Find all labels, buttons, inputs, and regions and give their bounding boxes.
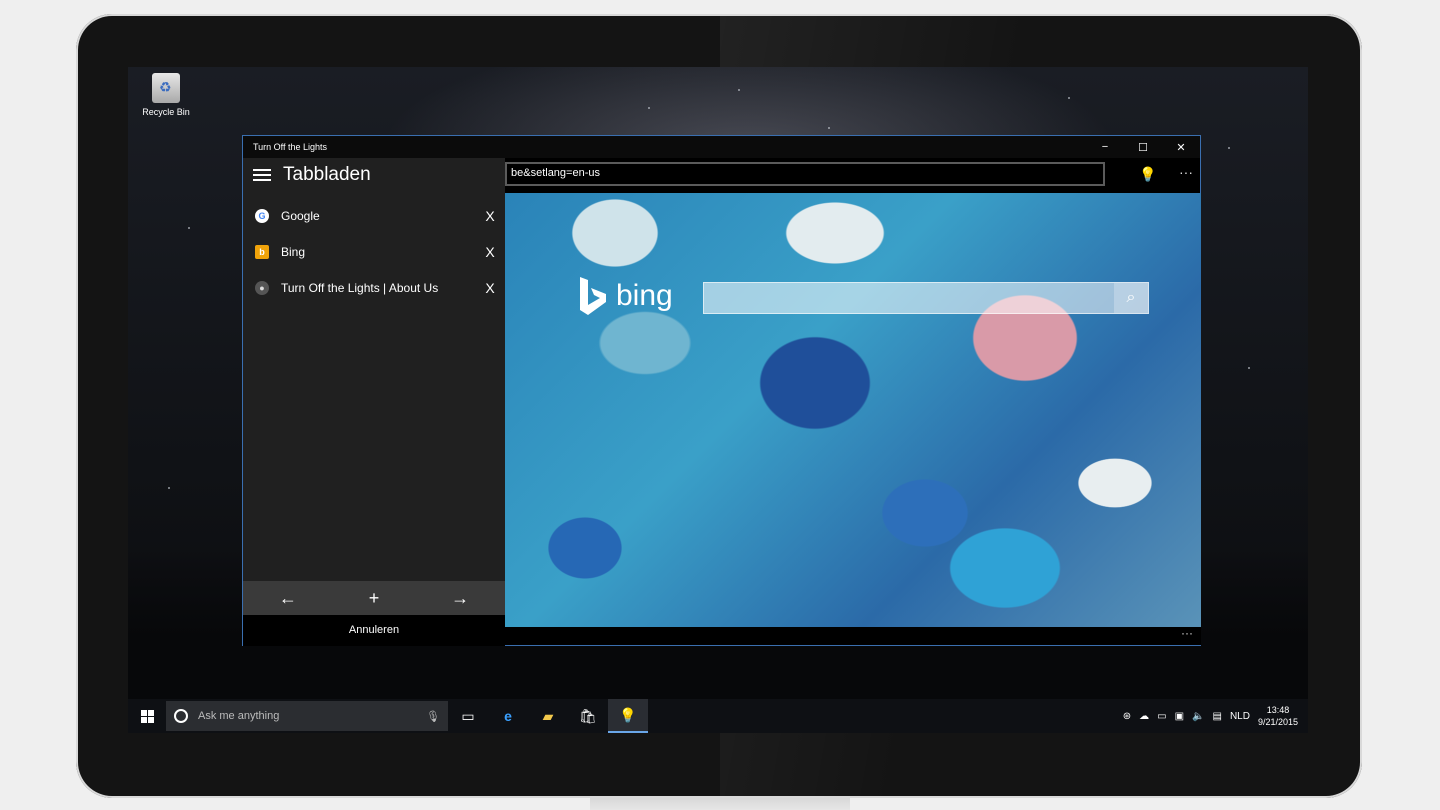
network-icon[interactable]: ⊛: [1123, 711, 1131, 722]
bing-logo[interactable]: bing: [578, 277, 673, 315]
close-button[interactable]: ✕: [1162, 141, 1200, 154]
file-explorer-icon[interactable]: ▰: [528, 699, 568, 733]
window-title: Turn Off the Lights: [253, 142, 328, 152]
cortana-icon: [174, 709, 188, 723]
back-arrow-icon[interactable]: ←: [279, 588, 297, 609]
bing-b-icon: [580, 277, 606, 315]
app-window: Turn Off the Lights − ☐ ✕ be&setlang=en-…: [242, 135, 1201, 646]
recycle-bin-icon: [152, 73, 180, 103]
taskbar: Ask me anything 🎙 ▭ e ▰ 🛍 💡 ⊛ ☁ ▭ ▣ 🔈 ▤ …: [128, 699, 1308, 733]
tabs-panel-header: Tabbladen: [243, 158, 505, 192]
desktop-screen: Recycle Bin Turn Off the Lights − ☐ ✕ be…: [128, 67, 1308, 733]
cancel-button[interactable]: Annuleren: [243, 615, 505, 646]
minimize-button[interactable]: −: [1086, 141, 1124, 153]
browser-toolbar: be&setlang=en-us 💡 ···: [505, 162, 1202, 188]
action-center-icon[interactable]: ▤: [1212, 711, 1221, 722]
hamburger-menu-icon[interactable]: [253, 169, 271, 181]
start-button[interactable]: [128, 699, 166, 733]
system-tray: ⊛ ☁ ▭ ▣ 🔈 ▤ NLD 13:48 9/21/2015: [1123, 704, 1308, 728]
display-icon[interactable]: ▣: [1175, 711, 1184, 722]
close-tab-button[interactable]: X: [475, 280, 505, 296]
close-tab-button[interactable]: X: [475, 208, 505, 224]
more-options-button[interactable]: ···: [1179, 164, 1193, 180]
tab-label: Bing: [281, 245, 306, 259]
address-bar[interactable]: be&setlang=en-us: [505, 162, 1105, 186]
tabs-panel-title: Tabbladen: [283, 164, 371, 185]
new-tab-plus-icon[interactable]: +: [369, 588, 380, 609]
lightbulb-icon[interactable]: 💡: [1139, 166, 1156, 183]
clock-date: 9/21/2015: [1257, 717, 1298, 727]
maximize-button[interactable]: ☐: [1124, 141, 1162, 154]
clock-time: 13:48: [1266, 705, 1290, 715]
turn-off-the-lights-taskbar-icon[interactable]: 💡: [608, 699, 648, 733]
task-view-icon[interactable]: ▭: [448, 699, 488, 733]
windows-logo-icon: [140, 709, 154, 723]
tab-label: Google: [281, 209, 320, 223]
forward-arrow-icon[interactable]: →: [451, 588, 469, 609]
google-icon: G: [255, 209, 269, 223]
bing-search-input[interactable]: ⌕: [703, 282, 1149, 314]
recycle-bin-label: Recycle Bin: [142, 107, 190, 117]
tab-item-turn-off-the-lights[interactable]: ● Turn Off the Lights | About Us X: [243, 270, 505, 306]
bing-icon: b: [255, 245, 269, 259]
search-icon[interactable]: ⌕: [1114, 283, 1148, 313]
tab-item-bing[interactable]: b Bing X: [243, 234, 505, 270]
microphone-icon[interactable]: 🎙: [426, 710, 440, 723]
lightbulb-icon: ●: [255, 281, 269, 295]
tabs-panel-nav: ← + →: [243, 581, 505, 615]
web-content: bing ⌕: [505, 193, 1201, 628]
clock[interactable]: 13:48 9/21/2015: [1258, 704, 1298, 728]
battery-icon[interactable]: ▭: [1157, 711, 1166, 722]
tab-item-google[interactable]: G Google X: [243, 198, 505, 234]
store-icon[interactable]: 🛍: [568, 699, 608, 733]
bing-wordmark: bing: [616, 279, 673, 312]
search-placeholder: Ask me anything: [198, 710, 280, 722]
taskbar-search[interactable]: Ask me anything 🎙: [166, 701, 448, 731]
recycle-bin[interactable]: Recycle Bin: [136, 73, 196, 117]
bottom-more-button[interactable]: ···: [1181, 626, 1193, 640]
volume-icon[interactable]: 🔈: [1192, 711, 1204, 722]
close-tab-button[interactable]: X: [475, 244, 505, 260]
tab-label: Turn Off the Lights | About Us: [281, 281, 439, 295]
app-bottom-bar: ···: [505, 627, 1201, 645]
onedrive-icon[interactable]: ☁: [1139, 711, 1149, 722]
tabs-panel: Tabbladen G Google X b Bing X ● Turn Off…: [243, 158, 505, 646]
title-bar[interactable]: Turn Off the Lights − ☐ ✕: [243, 136, 1200, 158]
language-indicator[interactable]: NLD: [1230, 711, 1250, 722]
edge-icon[interactable]: e: [488, 699, 528, 733]
